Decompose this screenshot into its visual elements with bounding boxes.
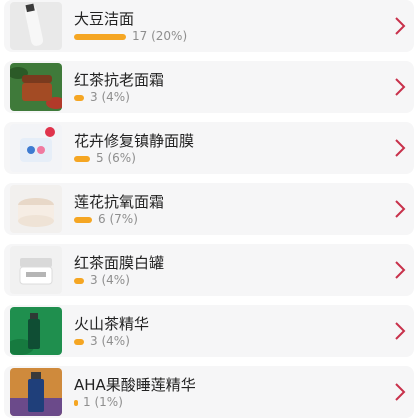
- share-stat: 3 (4%): [74, 273, 314, 288]
- list-item[interactable]: AHA果酸睡莲精华 1 (1%): [4, 366, 414, 418]
- product-name: AHA果酸睡莲精华: [74, 376, 196, 394]
- share-bar: [74, 34, 126, 40]
- share-bar: [74, 217, 92, 223]
- share-count: 6 (7%): [98, 212, 138, 226]
- list-item[interactable]: 红茶面膜白罐 3 (4%): [4, 244, 414, 296]
- list-item[interactable]: 火山茶精华 3 (4%): [4, 305, 414, 357]
- list-item[interactable]: 大豆洁面 17 (20%): [4, 0, 414, 52]
- share-stat: 3 (4%): [74, 90, 314, 105]
- count-value: 6: [98, 212, 106, 226]
- share-bar: [74, 278, 84, 284]
- percent-value: 1%: [99, 395, 119, 409]
- product-thumbnail: [10, 185, 62, 233]
- product-name: 红茶面膜白罐: [74, 254, 165, 272]
- list-item[interactable]: 莲花抗氧面霜 6 (7%): [4, 183, 414, 235]
- share-stat: 1 (1%): [74, 395, 314, 410]
- share-stat: 3 (4%): [74, 334, 314, 349]
- percent-value: 4%: [106, 334, 126, 348]
- share-count: 3 (4%): [90, 334, 130, 348]
- count-value: 3: [90, 334, 98, 348]
- share-count: 3 (4%): [90, 273, 130, 287]
- share-bar: [74, 339, 84, 345]
- count-value: 3: [90, 273, 98, 287]
- share-count: 5 (6%): [96, 151, 136, 165]
- share-stat: 6 (7%): [74, 212, 314, 227]
- product-name: 大豆洁面: [74, 10, 135, 28]
- share-count: 3 (4%): [90, 90, 130, 104]
- chevron-right-icon[interactable]: [394, 260, 406, 280]
- share-count: 1 (1%): [83, 395, 123, 409]
- product-thumbnail: [10, 246, 62, 294]
- chevron-right-icon[interactable]: [394, 199, 406, 219]
- percent-value: 4%: [106, 273, 126, 287]
- percent-value: 4%: [106, 90, 126, 104]
- count-value: 5: [96, 151, 104, 165]
- product-name: 花卉修复镇静面膜: [74, 132, 195, 150]
- product-thumbnail: [10, 307, 62, 355]
- list-item[interactable]: 红茶抗老面霜 3 (4%): [4, 61, 414, 113]
- share-bar: [74, 156, 90, 162]
- chevron-right-icon[interactable]: [394, 77, 406, 97]
- product-thumbnail: [10, 2, 62, 50]
- share-stat: 5 (6%): [74, 151, 314, 166]
- percent-value: 6%: [112, 151, 132, 165]
- chevron-right-icon[interactable]: [394, 16, 406, 36]
- product-list: 大豆洁面 17 (20%) 红茶抗老面霜 3 (4%) 花卉修复镇静面膜 5 (…: [0, 0, 420, 420]
- percent-value: 7%: [114, 212, 134, 226]
- share-bar: [74, 95, 84, 101]
- count-value: 17: [132, 29, 148, 43]
- product-name: 红茶抗老面霜: [74, 71, 165, 89]
- chevron-right-icon[interactable]: [394, 321, 406, 341]
- product-name: 火山茶精华: [74, 315, 150, 333]
- list-item[interactable]: 花卉修复镇静面膜 5 (6%): [4, 122, 414, 174]
- chevron-right-icon[interactable]: [394, 138, 406, 158]
- product-name: 莲花抗氧面霜: [74, 193, 165, 211]
- product-thumbnail: [10, 368, 62, 416]
- share-count: 17 (20%): [132, 29, 188, 43]
- share-bar: [74, 400, 78, 406]
- percent-value: 20%: [155, 29, 183, 43]
- share-stat: 17 (20%): [74, 29, 314, 44]
- count-value: 3: [90, 90, 98, 104]
- product-thumbnail: [10, 124, 62, 172]
- chevron-right-icon[interactable]: [394, 382, 406, 402]
- product-thumbnail: [10, 63, 62, 111]
- count-value: 1: [83, 395, 91, 409]
